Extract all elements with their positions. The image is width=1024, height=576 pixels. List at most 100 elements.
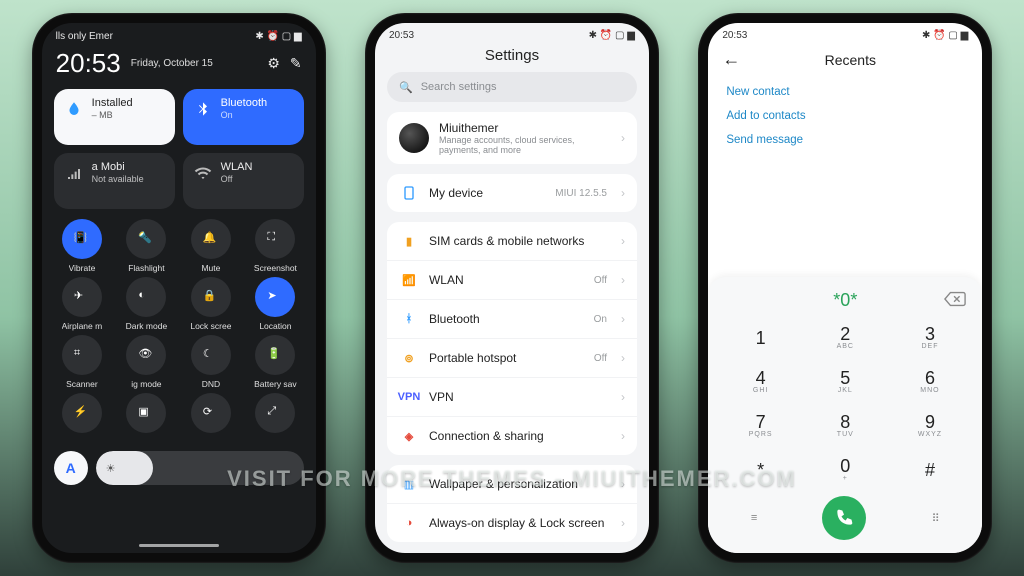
toggle-label: Lock scree bbox=[190, 321, 231, 331]
toggle-location[interactable]: ➤Location bbox=[245, 277, 306, 331]
chevron-right-icon: › bbox=[621, 477, 625, 491]
sync-icon: ⟳ bbox=[203, 405, 219, 421]
toggle-moon[interactable]: ☾ DND bbox=[181, 335, 242, 389]
tile-sub: On bbox=[221, 110, 267, 121]
my-device-row[interactable]: My device MIUI 12.5.5 › bbox=[387, 174, 637, 212]
chevron-right-icon: › bbox=[621, 186, 625, 200]
key-4[interactable]: 4GHI bbox=[718, 359, 803, 403]
key-9[interactable]: 9WXYZ bbox=[888, 403, 973, 447]
phone-dialer: 20:53✱ ⏰ ▢ ▆ ← Recents New contactAdd to… bbox=[698, 13, 992, 563]
dialer-action[interactable]: New contact bbox=[726, 86, 964, 98]
avatar bbox=[399, 123, 429, 153]
vibrate-icon: 📳 bbox=[74, 231, 90, 247]
tile-label: Installed bbox=[92, 97, 133, 110]
toggle-battery[interactable]: 🔋Battery sav bbox=[245, 335, 306, 389]
menu-icon[interactable]: ≡ bbox=[751, 512, 757, 524]
toggle-label: Vibrate bbox=[69, 263, 96, 273]
search-input[interactable]: 🔍Search settings bbox=[387, 72, 637, 102]
auto-brightness-button[interactable]: A bbox=[54, 451, 88, 485]
chevron-right-icon: › bbox=[621, 273, 625, 287]
status-bar: 20:53✱ ⏰ ▢ ▆ bbox=[375, 23, 649, 43]
settings-row-wifi[interactable]: 📶WLANOff› bbox=[387, 260, 637, 299]
chevron-right-icon: › bbox=[621, 131, 625, 145]
tile-label: a Mobi bbox=[92, 161, 144, 174]
tile-sub: Off bbox=[221, 174, 253, 185]
toggle-contrast[interactable]: ◐ Dark mode bbox=[116, 277, 177, 331]
toggle-lock[interactable]: 🔒 Lock scree bbox=[181, 277, 242, 331]
settings-row-share[interactable]: ◈Connection & sharing› bbox=[387, 416, 637, 455]
settings-row-bt[interactable]: ᚼBluetoothOn› bbox=[387, 299, 637, 338]
tile-bluetooth[interactable]: BluetoothOn bbox=[183, 89, 304, 145]
dialer-action[interactable]: Send message bbox=[726, 134, 964, 146]
toggle-plane[interactable]: ✈Airplane m bbox=[52, 277, 113, 331]
toggle-cast[interactable]: ▣ bbox=[116, 393, 177, 437]
key-7[interactable]: 7PQRS bbox=[718, 403, 803, 447]
settings-row-aod[interactable]: ◑Always-on display & Lock screen› bbox=[387, 503, 637, 542]
home-indicator[interactable] bbox=[139, 544, 219, 547]
plane-icon: ✈ bbox=[74, 289, 90, 305]
key-3[interactable]: 3DEF bbox=[888, 315, 973, 359]
toggle-label: Location bbox=[259, 321, 291, 331]
key-0[interactable]: 0+ bbox=[803, 447, 888, 491]
key-8[interactable]: 8TUV bbox=[803, 403, 888, 447]
toggle-expand[interactable]: ⤢ bbox=[245, 393, 306, 437]
lock-icon: 🔒 bbox=[203, 289, 219, 305]
settings-row-sim[interactable]: ▮SIM cards & mobile networks› bbox=[387, 222, 637, 260]
dialer-action[interactable]: Add to contacts bbox=[726, 110, 964, 122]
toggle-label: DND bbox=[202, 379, 220, 389]
account-sub: Manage accounts, cloud services, payment… bbox=[439, 135, 611, 155]
toggle-bell[interactable]: 🔔 Mute bbox=[181, 219, 242, 273]
toggle-label: Scanner bbox=[66, 379, 98, 389]
key-#[interactable]: # bbox=[888, 447, 973, 491]
phone-settings: 20:53✱ ⏰ ▢ ▆ Settings 🔍Search settings M… bbox=[365, 13, 659, 563]
contrast-icon: ◐ bbox=[138, 289, 154, 305]
status-left: lls only Emer bbox=[56, 31, 113, 42]
toggle-eye[interactable]: 👁ig mode bbox=[116, 335, 177, 389]
chevron-right-icon: › bbox=[621, 312, 625, 326]
wifi-icon: 📶 bbox=[399, 270, 419, 290]
key-2[interactable]: 2ABC bbox=[803, 315, 888, 359]
settings-row-vpn[interactable]: VPNVPN› bbox=[387, 377, 637, 416]
tile-wlan[interactable]: WLANOff bbox=[183, 153, 304, 209]
dialpad: *0* 12ABC3DEF4GHI5JKL6MNO7PQRS8TUV9WXYZ*… bbox=[708, 277, 982, 553]
account-row[interactable]: Miuithemer Manage accounts, cloud servic… bbox=[387, 112, 637, 164]
brightness-icon: ☀ bbox=[106, 462, 116, 475]
moon-icon: ☾ bbox=[203, 347, 219, 363]
key-1[interactable]: 1 bbox=[718, 315, 803, 359]
screenshot-icon: ⛶ bbox=[267, 231, 283, 247]
toggle-label: Dark mode bbox=[126, 321, 168, 331]
clock: 20:53 bbox=[56, 48, 121, 79]
key-5[interactable]: 5JKL bbox=[803, 359, 888, 403]
key-*[interactable]: * bbox=[718, 447, 803, 491]
toggle-sync[interactable]: ⟳ bbox=[181, 393, 242, 437]
toggle-label: Flashlight bbox=[128, 263, 164, 273]
bluetooth-icon bbox=[193, 99, 213, 119]
key-6[interactable]: 6MNO bbox=[888, 359, 973, 403]
bt-icon: ᚼ bbox=[399, 309, 419, 329]
toggle-label: Battery sav bbox=[254, 379, 297, 389]
chevron-right-icon: › bbox=[621, 516, 625, 530]
toggle-scan[interactable]: ⌗Scanner bbox=[52, 335, 113, 389]
settings-row-wall[interactable]: ▥Wallpaper & personalization› bbox=[387, 465, 637, 503]
toggle-vibrate[interactable]: 📳 Vibrate bbox=[52, 219, 113, 273]
toggle-screenshot[interactable]: ⛶Screenshot bbox=[245, 219, 306, 273]
chevron-right-icon: › bbox=[621, 429, 625, 443]
tile-mobile[interactable]: a MobiNot available bbox=[54, 153, 175, 209]
dialpad-icon[interactable]: ⠿ bbox=[932, 512, 940, 525]
brightness-slider[interactable]: ☀ bbox=[96, 451, 304, 485]
edit-icon[interactable]: ✎ bbox=[290, 55, 302, 72]
settings-icon[interactable]: ⚙ bbox=[267, 55, 280, 72]
toggle-bolt[interactable]: ⚡ bbox=[52, 393, 113, 437]
drop-icon bbox=[64, 99, 84, 119]
vpn-icon: VPN bbox=[399, 387, 419, 407]
tile-sub: Not available bbox=[92, 174, 144, 185]
call-button[interactable] bbox=[822, 496, 866, 540]
tile-data[interactable]: Installed– MB bbox=[54, 89, 175, 145]
toggle-label: Mute bbox=[201, 263, 220, 273]
bell-icon: 🔔 bbox=[203, 231, 219, 247]
status-bar: 20:53✱ ⏰ ▢ ▆ bbox=[708, 23, 982, 43]
toggle-flashlight[interactable]: 🔦Flashlight bbox=[116, 219, 177, 273]
backspace-button[interactable] bbox=[944, 291, 966, 307]
settings-row-hotspot[interactable]: ⊚Portable hotspotOff› bbox=[387, 338, 637, 377]
date: Friday, October 15 bbox=[131, 58, 258, 69]
